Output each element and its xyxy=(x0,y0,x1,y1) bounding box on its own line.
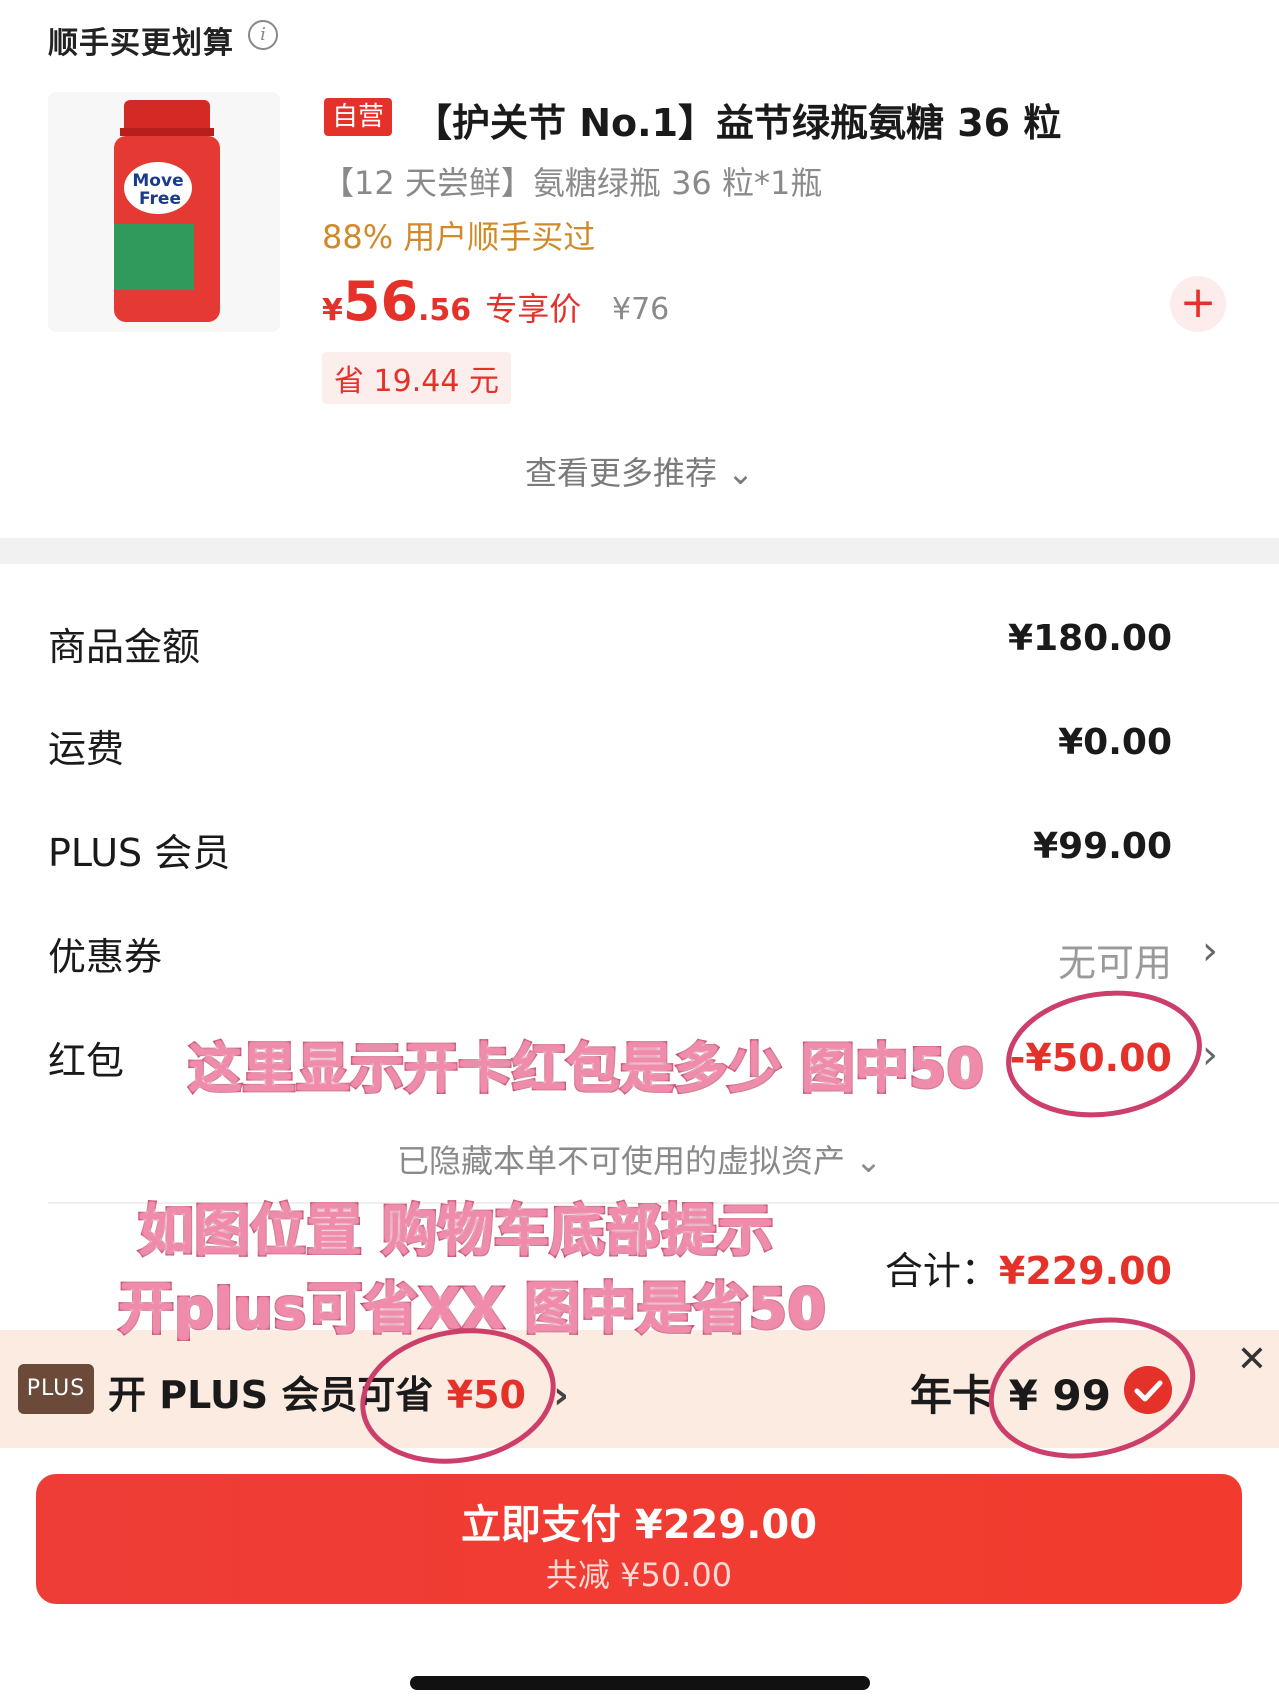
price-integer: 56 xyxy=(342,270,419,333)
redpacket-label: 红包 xyxy=(48,1039,125,1083)
redpacket-chevron-icon[interactable]: › xyxy=(1202,1032,1218,1078)
shipping-label: 运费 xyxy=(48,727,125,771)
plus-promo-label: 开 PLUS 会员可省 xyxy=(108,1373,434,1417)
section-divider xyxy=(0,538,1279,564)
coupon-label: 优惠券 xyxy=(48,935,163,979)
coupon-chevron-icon[interactable]: › xyxy=(1202,928,1218,974)
shipping-value: ¥0.00 xyxy=(1058,722,1172,763)
annotation-note: 如图位置 购物车底部提示 xyxy=(137,1198,775,1266)
plus-save-amount: ¥50 xyxy=(446,1373,526,1417)
price-currency: ¥ xyxy=(322,293,343,328)
product-price: ¥56.56 专享价 xyxy=(322,270,581,333)
redpacket-value[interactable]: -¥50.00 xyxy=(1010,1036,1172,1080)
goods-amount-label: 商品金额 xyxy=(48,625,201,669)
save-amount-tag: 省 19.44 元 xyxy=(322,352,511,404)
plus-member-label: PLUS 会员 xyxy=(48,831,231,875)
plus-member-value: ¥99.00 xyxy=(1033,826,1172,867)
annotation-note: 这里显示开卡红包是多少 图中50 xyxy=(187,1036,986,1102)
check-icon[interactable] xyxy=(1124,1366,1172,1414)
pay-discount-label: 共减 ¥50.00 xyxy=(545,1556,733,1594)
order-total: 合计：¥229.00 xyxy=(885,1240,1172,1295)
add-to-order-button[interactable]: + xyxy=(1170,276,1226,332)
annotation-note: 开plus可省XX 图中是省50 xyxy=(116,1276,827,1344)
coupon-value[interactable]: 无可用 xyxy=(1058,932,1172,987)
home-indicator xyxy=(410,1676,870,1690)
svg-text:Move: Move xyxy=(132,171,183,191)
original-price: ¥76 xyxy=(612,292,670,327)
pay-now-label: 立即支付 ¥229.00 xyxy=(460,1502,818,1548)
product-spec[interactable]: 【12 天尝鲜】氨糖绿瓶 36 粒*1瓶 xyxy=(322,158,822,204)
product-bottle-image: Move Free xyxy=(114,100,220,322)
price-decimal: .56 xyxy=(418,293,472,328)
more-recommendations-link[interactable]: 查看更多推荐 ⌄ xyxy=(0,448,1279,494)
bought-ratio: 88% 用户顺手买过 xyxy=(322,218,596,256)
year-card-price: 年卡 ¥ 99 xyxy=(910,1371,1111,1420)
product-title[interactable]: 【护关节 No.1】益节绿瓶氨糖 36 粒 xyxy=(414,92,1061,147)
pay-now-button[interactable]: 立即支付 ¥229.00 共减 ¥50.00 xyxy=(36,1474,1242,1604)
self-operated-tag: 自营 xyxy=(324,98,393,136)
info-icon[interactable]: i xyxy=(248,20,278,50)
plus-promo-text[interactable]: 开 PLUS 会员可省 ¥50 › xyxy=(108,1364,569,1419)
exclusive-price-label: 专享价 xyxy=(485,290,582,328)
total-label: 合计： xyxy=(884,1249,999,1293)
hidden-assets-toggle[interactable]: 已隐藏本单不可使用的虚拟资产 ⌄ xyxy=(0,1136,1279,1182)
plus-badge: PLUS xyxy=(18,1364,94,1414)
section-title: 顺手买更划算 xyxy=(48,26,234,61)
close-icon[interactable]: ✕ xyxy=(1232,1340,1272,1380)
goods-amount-value: ¥180.00 xyxy=(1008,618,1172,659)
total-value: ¥229.00 xyxy=(998,1249,1172,1293)
plus-chevron-icon: › xyxy=(553,1373,569,1417)
svg-text:Free: Free xyxy=(139,189,181,209)
